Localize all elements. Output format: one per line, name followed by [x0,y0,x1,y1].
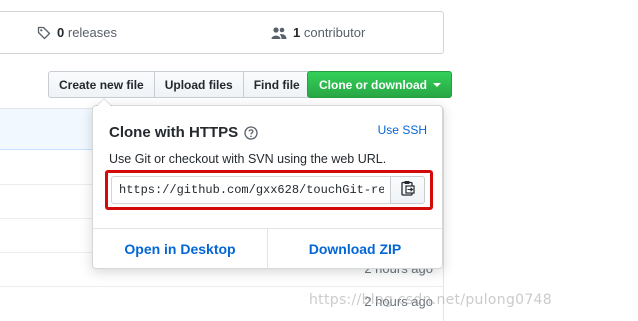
clone-dropdown: Clone with HTTPS Use SSH Use Git or chec… [92,98,443,269]
contributors-count: 1 [293,25,301,40]
releases-count: 0 [57,25,65,40]
repo-summary-bar: 0 releases 1 contributor [0,11,444,54]
people-icon [271,26,287,40]
find-file-button[interactable]: Find file [242,71,311,98]
contributors-label: contributor [303,25,366,40]
clipboard-icon [400,180,415,201]
row-divider [0,286,443,287]
clone-title-text: Clone with HTTPS [109,124,239,141]
clone-panel-actions: Open in Desktop Download ZIP [93,228,442,269]
watermark: https://blog.csdn.net/pulong0748 [309,292,552,308]
use-ssh-link[interactable]: Use SSH [378,123,427,137]
file-actions-group: Create new file Upload files Find file [48,71,311,98]
clone-or-download-button[interactable]: Clone or download [307,71,452,98]
upload-files-button[interactable]: Upload files [153,71,244,98]
question-icon[interactable] [244,125,258,140]
clone-url-input[interactable] [111,176,391,204]
clone-description: Use Git or checkout with SVN using the w… [109,152,387,166]
download-zip-button[interactable]: Download ZIP [267,229,442,269]
open-in-desktop-button[interactable]: Open in Desktop [93,229,267,269]
clone-or-download-label: Clone or download [319,77,427,92]
repository-page: 0 releases 1 contributor Create new file… [0,0,638,321]
caret-down-icon [433,83,441,87]
releases-label: releases [67,25,117,40]
copy-to-clipboard-button[interactable] [390,176,425,204]
contributors-link[interactable]: 1 contributor [271,12,365,53]
clone-panel-title: Clone with HTTPS [109,124,258,141]
tag-icon [37,26,51,40]
releases-link[interactable]: 0 releases [37,12,117,53]
